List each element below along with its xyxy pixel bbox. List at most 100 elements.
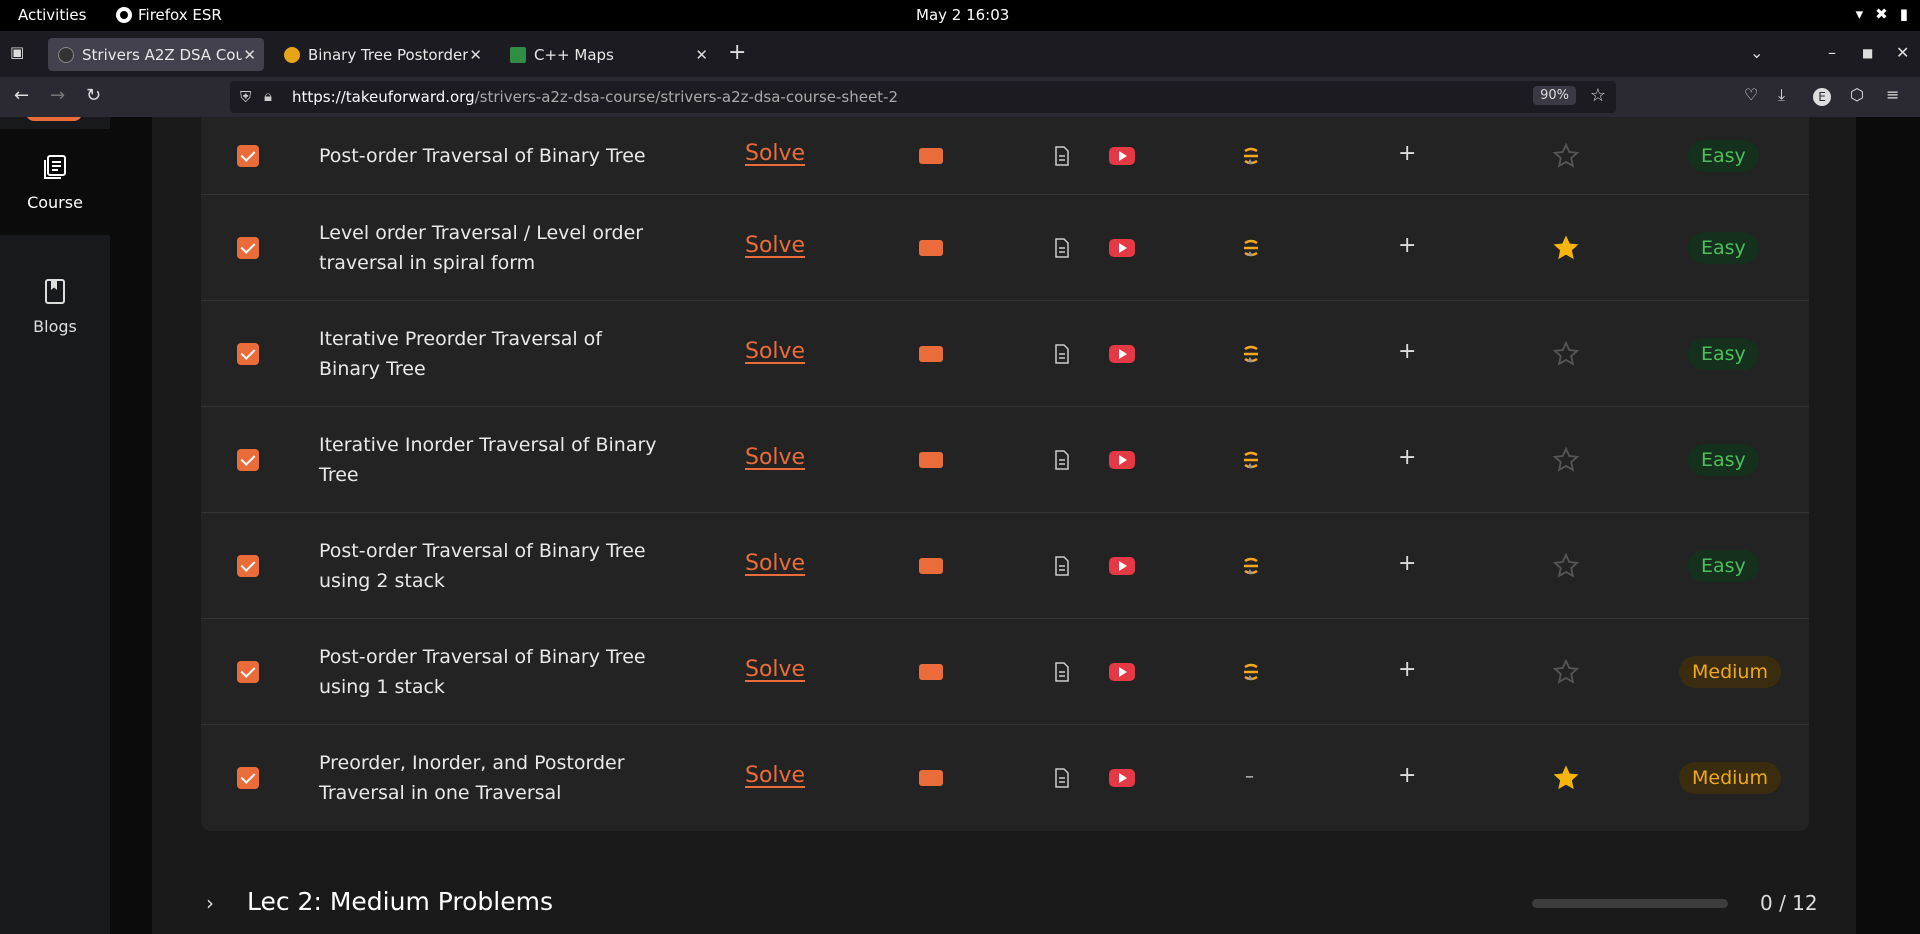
new-tab-button[interactable]: + — [728, 42, 746, 64]
article-icon[interactable] — [1054, 768, 1070, 788]
plus-article-icon[interactable] — [919, 240, 943, 256]
lecture-header[interactable]: › Lec 2: Medium Problems 0 / 12 — [152, 877, 1856, 934]
plus-article-icon[interactable] — [919, 346, 943, 362]
sidebar-item-course[interactable]: Course — [0, 129, 110, 235]
done-checkbox[interactable] — [237, 661, 259, 683]
add-note-icon[interactable]: + — [1398, 551, 1416, 576]
tab-title: Strivers A2Z DSA Course/ — [82, 45, 242, 64]
plus-article-icon[interactable] — [919, 452, 943, 468]
add-note-icon[interactable]: + — [1398, 763, 1416, 788]
solve-link[interactable]: Solve — [745, 233, 805, 258]
bookmark-star-icon[interactable]: ☆ — [1590, 85, 1606, 106]
article-icon[interactable] — [1054, 450, 1070, 470]
star-filled-icon[interactable] — [1552, 764, 1580, 792]
close-tab-icon[interactable]: ✕ — [243, 46, 256, 64]
codingninjas-icon[interactable] — [1241, 449, 1261, 471]
problem-title: Post-order Traversal of Binary Tree usin… — [319, 646, 646, 698]
solve-link[interactable]: Solve — [745, 657, 805, 682]
sidebar-item-label: Blogs — [33, 316, 77, 336]
done-checkbox[interactable] — [237, 555, 259, 577]
table-row: Iterative Preorder Traversal of Binary T… — [201, 300, 1809, 406]
add-note-icon[interactable]: + — [1398, 141, 1416, 166]
youtube-icon[interactable] — [1109, 557, 1135, 575]
article-icon[interactable] — [1054, 238, 1070, 258]
star-outline-icon[interactable] — [1552, 446, 1580, 474]
table-row: Iterative Inorder Traversal of Binary Tr… — [201, 406, 1809, 512]
solve-link[interactable]: Solve — [745, 445, 805, 470]
reload-icon[interactable]: ↻ — [86, 86, 101, 106]
clock[interactable]: May 2 16:03 — [916, 6, 1009, 24]
leetcode-favicon-icon — [284, 46, 300, 63]
done-checkbox[interactable] — [237, 144, 259, 167]
app-menu[interactable]: Firefox ESR — [116, 6, 222, 24]
plus-article-icon[interactable] — [919, 558, 943, 574]
menu-icon[interactable]: ≡ — [1886, 85, 1899, 104]
codingninjas-icon[interactable] — [1241, 343, 1261, 365]
plus-article-icon[interactable] — [919, 664, 943, 680]
extensions-icon[interactable]: ⬡ — [1850, 85, 1864, 104]
tracking-protection-icon[interactable]: ⛨ — [240, 88, 251, 106]
activities-button[interactable]: Activities — [18, 6, 86, 24]
add-note-icon[interactable]: + — [1398, 445, 1416, 470]
account-icon[interactable]: E — [1813, 88, 1831, 106]
codingninjas-icon[interactable] — [1241, 661, 1261, 683]
firefox-view-icon[interactable]: ▣ — [10, 43, 30, 63]
system-tray[interactable]: ▾ ✖ ▮ — [1856, 5, 1908, 23]
star-outline-icon[interactable] — [1552, 658, 1580, 686]
done-checkbox[interactable] — [237, 237, 259, 259]
forward-icon[interactable]: → — [50, 86, 65, 106]
article-icon[interactable] — [1054, 556, 1070, 576]
youtube-icon[interactable] — [1109, 146, 1135, 165]
tab-title: Binary Tree Postorder Tra — [308, 45, 468, 64]
youtube-icon[interactable] — [1109, 663, 1135, 681]
tab-binary-tree[interactable]: Binary Tree Postorder Tra ✕ — [274, 38, 490, 71]
sidebar-item-blogs[interactable]: Blogs — [0, 253, 110, 359]
close-tab-icon[interactable]: ✕ — [469, 46, 482, 64]
back-icon[interactable]: ← — [14, 86, 29, 106]
difficulty-badge: Medium — [1679, 762, 1781, 794]
list-all-tabs-icon[interactable]: ⌄ — [1750, 45, 1763, 61]
solve-link[interactable]: Solve — [745, 141, 805, 166]
close-tab-icon[interactable]: ✕ — [695, 46, 708, 64]
codingninjas-icon[interactable] — [1241, 555, 1261, 577]
add-note-icon[interactable]: + — [1398, 233, 1416, 258]
codingninjas-icon[interactable] — [1241, 145, 1261, 167]
star-outline-icon[interactable] — [1552, 552, 1580, 580]
chevron-right-icon[interactable]: › — [206, 891, 214, 915]
url-text[interactable]: https://takeuforward.org/strivers-a2z-ds… — [292, 88, 898, 106]
minimize-icon[interactable]: – — [1828, 45, 1836, 61]
solve-link[interactable]: Solve — [745, 763, 805, 788]
article-icon[interactable] — [1054, 344, 1070, 364]
add-note-icon[interactable]: + — [1398, 657, 1416, 682]
downloads-icon[interactable]: ⤓ — [1778, 85, 1785, 105]
pocket-icon[interactable]: ♡ — [1744, 85, 1758, 104]
youtube-icon[interactable] — [1109, 451, 1135, 469]
done-checkbox[interactable] — [237, 767, 259, 789]
done-checkbox[interactable] — [237, 343, 259, 365]
plus-article-icon[interactable] — [919, 770, 943, 786]
solve-link[interactable]: Solve — [745, 551, 805, 576]
codingninjas-icon[interactable] — [1241, 237, 1261, 259]
plus-article-icon[interactable] — [919, 147, 943, 164]
done-checkbox[interactable] — [237, 449, 259, 471]
url-bar[interactable]: ⛨ 🔒︎ https://takeuforward.org/strivers-a… — [230, 81, 1616, 113]
star-outline-icon[interactable] — [1552, 142, 1580, 170]
table-row: Post-order Traversal of Binary Tree Solv… — [201, 117, 1809, 194]
solve-link[interactable]: Solve — [745, 339, 805, 364]
star-outline-icon[interactable] — [1552, 340, 1580, 368]
tab-strivers[interactable]: Strivers A2Z DSA Course/ ✕ — [48, 38, 264, 71]
star-filled-icon[interactable] — [1552, 234, 1580, 262]
zoom-indicator[interactable]: 90% — [1533, 86, 1576, 105]
article-icon[interactable] — [1054, 145, 1070, 166]
firefox-icon — [116, 7, 132, 23]
navigation-bar: ← → ↻ ⛨ 🔒︎ https://takeuforward.org/stri… — [0, 77, 1920, 117]
lock-icon[interactable]: 🔒︎ — [264, 87, 272, 105]
article-icon[interactable] — [1054, 662, 1070, 682]
maximize-icon[interactable]: ■ — [1862, 45, 1873, 61]
youtube-icon[interactable] — [1109, 769, 1135, 787]
youtube-icon[interactable] — [1109, 345, 1135, 363]
add-note-icon[interactable]: + — [1398, 339, 1416, 364]
close-window-icon[interactable]: ✕ — [1896, 45, 1909, 61]
youtube-icon[interactable] — [1109, 239, 1135, 257]
tab-cpp-maps[interactable]: C++ Maps ✕ — [500, 38, 716, 71]
